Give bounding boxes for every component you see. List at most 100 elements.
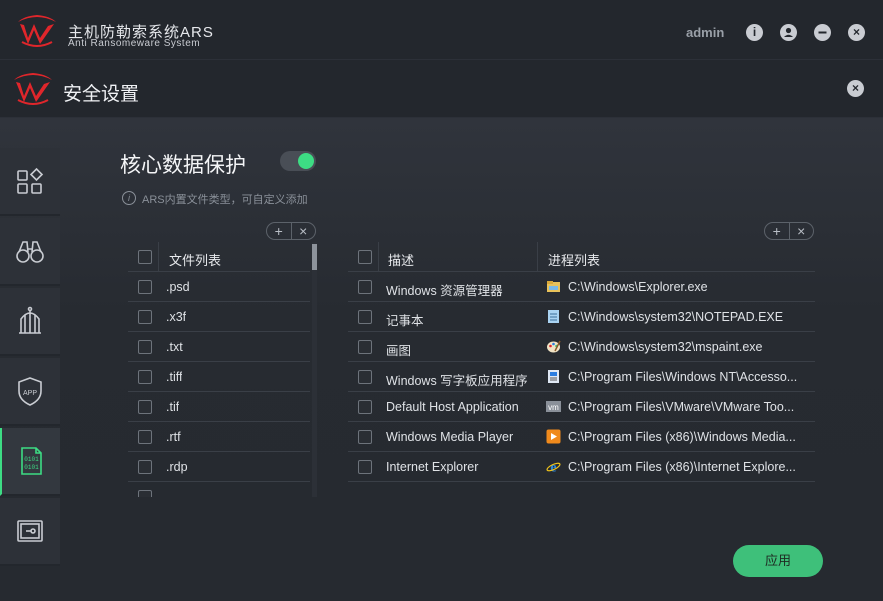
core-protection-toggle[interactable] xyxy=(280,151,316,171)
table-row[interactable]: .tif xyxy=(128,392,310,422)
file-table-scrollbar[interactable] xyxy=(312,242,317,497)
wordpad-icon xyxy=(548,370,559,383)
apply-button[interactable]: 应用 xyxy=(733,545,823,577)
sidebar-item-app-protect[interactable]: APP xyxy=(0,358,60,426)
process-checkbox[interactable] xyxy=(358,280,372,294)
sidebar-item-vault[interactable] xyxy=(0,498,60,566)
process-description: Windows Media Player xyxy=(386,430,514,444)
file-checkbox[interactable] xyxy=(138,340,152,354)
file-add-remove-group: + × xyxy=(266,222,316,240)
table-row[interactable]: 记事本 C:\Windows\system32\NOTEPAD.EXE xyxy=(348,302,815,332)
process-list-header: 进程列表 xyxy=(548,253,601,268)
file-extension: .tiff xyxy=(166,370,183,384)
file-checkbox[interactable] xyxy=(138,370,152,384)
close-icon[interactable]: × xyxy=(847,80,864,97)
process-checkbox[interactable] xyxy=(358,310,372,324)
binoculars-icon xyxy=(16,241,44,263)
ars-logo-icon xyxy=(18,15,56,47)
select-all-files-checkbox[interactable] xyxy=(138,250,152,264)
file-list-header: 文件列表 xyxy=(169,253,222,268)
process-path: C:\Program Files\Windows NT\Accesso... xyxy=(568,370,798,384)
toggle-knob xyxy=(298,153,314,169)
safe-box-icon xyxy=(17,520,43,542)
svg-text:APP: APP xyxy=(23,390,37,397)
file-checkbox[interactable] xyxy=(138,490,152,497)
table-row[interactable]: Internet Explorer e C:\Program Files (x86)… xyxy=(348,452,815,482)
ars-logo-icon xyxy=(14,73,52,105)
table-row[interactable]: .rdp xyxy=(128,452,310,482)
user-icon[interactable] xyxy=(780,24,797,41)
file-extension: .psd xyxy=(166,280,190,294)
process-description: Internet Explorer xyxy=(386,460,479,474)
process-table-header: 描述 进程列表 xyxy=(348,242,815,272)
process-checkbox[interactable] xyxy=(358,340,372,354)
process-path: C:\Program Files (x86)\Internet Explore.… xyxy=(568,460,796,474)
file-checkbox[interactable] xyxy=(138,460,152,474)
section-hint: ARS内置文件类型，可自定义添加 xyxy=(142,194,308,206)
add-process-button[interactable]: + xyxy=(765,223,790,239)
birdcage-icon xyxy=(19,306,41,334)
description-header: 描述 xyxy=(388,253,415,268)
app-shield-icon: APP xyxy=(18,377,42,406)
remove-process-button[interactable]: × xyxy=(790,223,814,239)
table-row[interactable]: 画图 C:\Windows\system32\mspaint.exe xyxy=(348,332,815,362)
file-extension: .rdp xyxy=(166,460,188,474)
sidebar-item-monitor[interactable] xyxy=(0,218,60,286)
paint-icon xyxy=(547,340,561,353)
file-extension: .x3f xyxy=(166,310,187,324)
page-title: 安全设置 xyxy=(63,84,140,105)
process-checkbox[interactable] xyxy=(358,460,372,474)
file-extension: .txt xyxy=(166,340,183,354)
process-description: Windows 写字板应用程序 xyxy=(386,374,528,388)
process-description: Default Host Application xyxy=(386,400,519,414)
title-bar: 主机防勒索系统ARS Anti Ransomeware System admin… xyxy=(0,0,883,60)
sidebar-item-core-data[interactable]: 0101 0101 xyxy=(0,428,60,496)
table-row[interactable]: .x3f xyxy=(128,302,310,332)
table-row[interactable]: .psd xyxy=(128,272,310,302)
file-table: 文件列表 .psd .x3f .txt .tiff .tif .rtf .rdp xyxy=(128,242,310,497)
section-title: 核心数据保护 xyxy=(120,154,246,177)
page-header: 安全设置 × xyxy=(0,60,883,118)
close-icon[interactable]: × xyxy=(848,24,865,41)
process-path: C:\Windows\system32\mspaint.exe xyxy=(568,340,763,354)
table-row xyxy=(128,482,310,497)
binary-file-icon: 0101 0101 xyxy=(21,447,42,475)
select-all-processes-checkbox[interactable] xyxy=(358,250,372,264)
remove-file-type-button[interactable]: × xyxy=(292,223,316,239)
process-checkbox[interactable] xyxy=(358,400,372,414)
explorer-icon xyxy=(547,281,560,292)
process-path: C:\Program Files\VMware\VMware Too... xyxy=(568,400,795,414)
process-description: 画图 xyxy=(386,344,412,358)
process-description: Windows 资源管理器 xyxy=(386,284,503,298)
table-row[interactable]: .txt xyxy=(128,332,310,362)
media-player-icon xyxy=(546,429,561,444)
username: admin xyxy=(686,25,725,40)
table-row[interactable]: Default Host Application vm C:\Program Fil… xyxy=(348,392,815,422)
info-icon: i xyxy=(122,191,136,205)
scrollbar-thumb[interactable] xyxy=(312,244,317,270)
minimize-icon[interactable] xyxy=(814,24,831,41)
sidebar-item-sandbox[interactable] xyxy=(0,288,60,356)
process-description: 记事本 xyxy=(386,314,424,328)
table-row[interactable]: .tiff xyxy=(128,362,310,392)
svg-text:e: e xyxy=(550,461,556,475)
file-checkbox[interactable] xyxy=(138,400,152,414)
file-extension: .tif xyxy=(166,400,180,414)
file-checkbox[interactable] xyxy=(138,310,152,324)
notepad-icon xyxy=(548,310,559,323)
svg-text:0101: 0101 xyxy=(24,456,39,463)
file-checkbox[interactable] xyxy=(138,280,152,294)
process-checkbox[interactable] xyxy=(358,370,372,384)
table-row[interactable]: Windows Media Player C:\Program Files (x8… xyxy=(348,422,815,452)
process-checkbox[interactable] xyxy=(358,430,372,444)
file-extension: .rtf xyxy=(166,430,181,444)
add-file-type-button[interactable]: + xyxy=(267,223,292,239)
app-subtitle: Anti Ransomeware System xyxy=(68,38,201,49)
table-row[interactable]: Windows 资源管理器 C:\Windows\Explorer.exe xyxy=(348,272,815,302)
table-row[interactable]: .rtf xyxy=(128,422,310,452)
table-row[interactable]: Windows 写字板应用程序 C:\Program Files\Windows … xyxy=(348,362,815,392)
file-checkbox[interactable] xyxy=(138,430,152,444)
vmware-icon: vm xyxy=(546,401,561,412)
info-icon[interactable]: i xyxy=(746,24,763,41)
sidebar-item-apps[interactable] xyxy=(0,148,60,216)
